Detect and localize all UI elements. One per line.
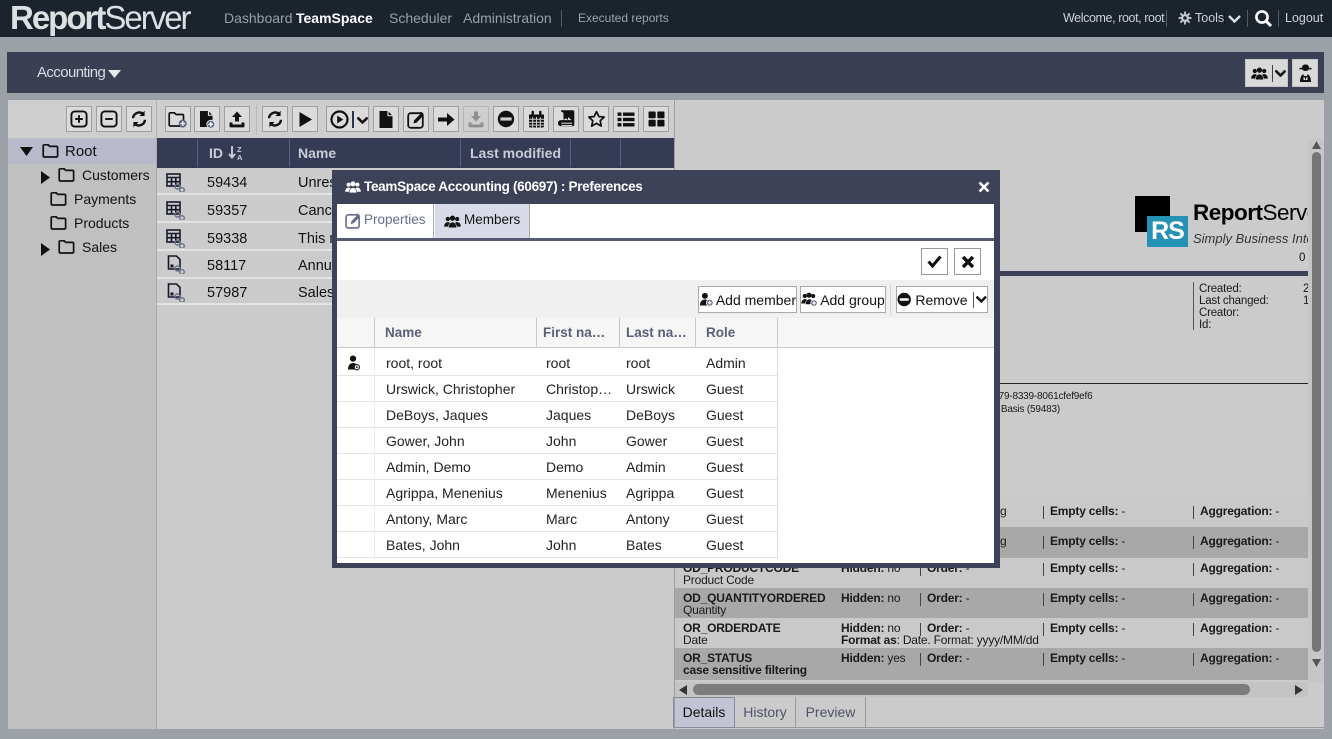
svg-text:A: A (237, 153, 243, 161)
